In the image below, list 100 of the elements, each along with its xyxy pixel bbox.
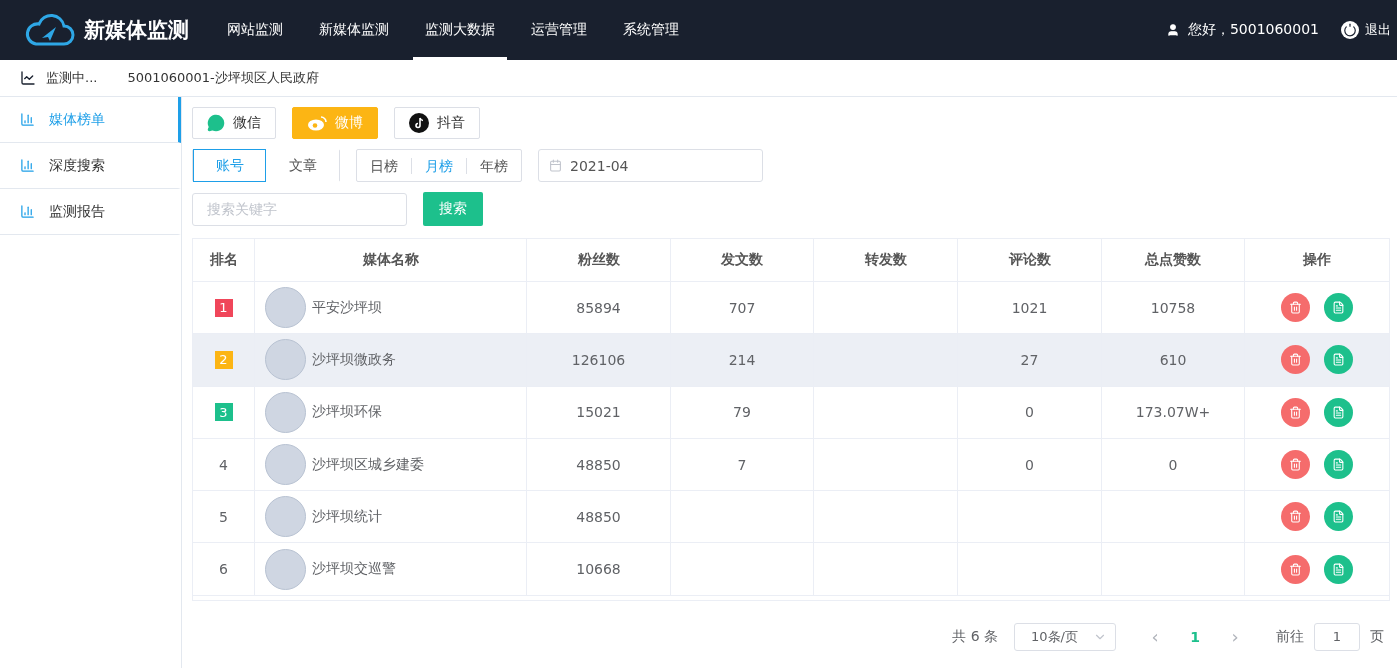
- user-icon: [1165, 23, 1180, 37]
- column-header: 评论数: [958, 239, 1102, 281]
- document-icon: [1332, 562, 1345, 576]
- table-cell: 0: [1168, 456, 1178, 473]
- table-cell: 10758: [1150, 299, 1196, 316]
- table-cell: 7: [737, 456, 747, 473]
- table-cell: 1021: [1011, 299, 1048, 316]
- period-tab[interactable]: 日榜: [357, 157, 411, 174]
- month-field[interactable]: 2021-04: [538, 149, 763, 182]
- platform-tab[interactable]: 微信: [192, 107, 276, 139]
- nav-tab[interactable]: 运营管理: [519, 0, 599, 60]
- platform-tab[interactable]: 抖音: [394, 107, 480, 139]
- sidebar-item[interactable]: 深度搜索: [0, 143, 181, 189]
- column-header: 发文数: [671, 239, 814, 281]
- mode-tab[interactable]: 文章: [266, 149, 339, 182]
- table-cell: 79: [733, 404, 751, 421]
- eye-logo-icon: [307, 115, 327, 131]
- document-icon: [1332, 458, 1345, 472]
- music-note-logo-icon: [409, 113, 429, 133]
- trash-icon: [1289, 301, 1302, 315]
- document-icon: [1332, 353, 1345, 367]
- avatar-circle: [265, 391, 306, 433]
- media-name: 平安沙坪坝: [312, 298, 382, 317]
- cloud-logo-icon: [24, 13, 76, 47]
- table-row[interactable]: 1 平安沙坪坝 85894 707 1021 10758: [193, 282, 1389, 335]
- table-cell: 610: [1159, 351, 1187, 368]
- document-button[interactable]: [1324, 554, 1353, 584]
- avatar-circle: [265, 444, 306, 486]
- delete-button[interactable]: [1281, 397, 1310, 427]
- goto-page-field[interactable]: 1: [1314, 622, 1360, 651]
- media-name: 沙坪坝交巡警: [312, 560, 396, 579]
- column-header: 操作: [1302, 250, 1332, 269]
- nav-tab[interactable]: 系统管理: [611, 0, 691, 60]
- table-cell: 173.07W+: [1135, 404, 1211, 421]
- delete-button[interactable]: [1281, 450, 1310, 480]
- delete-button[interactable]: [1281, 293, 1310, 323]
- total-count: 共 6 条: [952, 627, 998, 646]
- rank-badge: 1: [214, 298, 233, 317]
- column-header: 粉丝数: [527, 239, 671, 281]
- chat-bubble-icon: [207, 114, 225, 132]
- rank-number: 6: [219, 561, 228, 578]
- greeting-text: 您好，5001060001: [1187, 21, 1319, 39]
- search-field[interactable]: 搜索关键字: [192, 192, 407, 226]
- trash-icon: [1289, 458, 1302, 472]
- document-button[interactable]: [1324, 345, 1353, 375]
- media-name: 沙坪坝环保: [312, 403, 382, 422]
- table-row[interactable]: 4 沙坪坝区城乡建委 48850 7 0 0: [193, 438, 1389, 492]
- trash-icon: [1289, 405, 1302, 419]
- sidebar-item[interactable]: 监测报告: [0, 189, 181, 235]
- table-row[interactable]: 5 沙坪坝统计 48850: [193, 491, 1389, 544]
- goto-label: 前往: [1276, 627, 1304, 646]
- breadcrumb-title: 监测中...: [46, 69, 98, 87]
- document-icon: [1332, 301, 1345, 315]
- bar-chart-icon: [20, 112, 35, 127]
- table-cell: 15021: [576, 404, 621, 421]
- table-cell: 48850: [576, 456, 621, 473]
- table-cell: 0: [1025, 456, 1034, 473]
- table-cell: 0: [1025, 404, 1034, 421]
- rank-badge: 3: [214, 403, 233, 422]
- rank-number: 5: [219, 508, 228, 525]
- organization-name: 5001060001-沙坪坝区人民政府: [127, 69, 319, 87]
- page-suffix: 页: [1370, 627, 1384, 646]
- document-icon: [1332, 405, 1345, 419]
- media-name: 沙坪坝统计: [312, 507, 382, 526]
- document-button[interactable]: [1324, 397, 1353, 427]
- period-tab[interactable]: 年榜: [466, 157, 521, 174]
- table-cell: 707: [728, 299, 756, 316]
- logout-link[interactable]: 退出: [1341, 21, 1391, 39]
- table-cell: 48850: [576, 508, 621, 525]
- column-header: 排名: [193, 239, 255, 281]
- table-row[interactable]: 2 沙坪坝微政务 126106 214 27 610: [193, 334, 1389, 387]
- avatar-circle: [265, 287, 306, 329]
- document-icon: [1332, 510, 1345, 524]
- table-cell: 214: [728, 351, 756, 368]
- nav-tab[interactable]: 新媒体监测: [307, 0, 401, 60]
- media-name: 沙坪坝微政务: [312, 350, 396, 369]
- chart-icon: [20, 70, 36, 86]
- rank-badge: 2: [214, 350, 233, 369]
- table-row[interactable]: 6 沙坪坝交巡警 10668: [193, 543, 1389, 596]
- avatar-circle: [265, 339, 306, 381]
- delete-button[interactable]: [1281, 345, 1310, 375]
- nav-tab[interactable]: 网站监测: [215, 0, 295, 60]
- avatar-circle: [265, 496, 306, 538]
- power-icon: [1341, 21, 1359, 39]
- trash-icon: [1289, 353, 1302, 367]
- document-button[interactable]: [1324, 502, 1353, 532]
- table-row[interactable]: 3 沙坪坝环保 15021 79 0 173.07W+: [193, 386, 1389, 439]
- document-button[interactable]: [1324, 293, 1353, 323]
- delete-button[interactable]: [1281, 502, 1310, 532]
- table-cell: 85894: [576, 299, 621, 316]
- media-name: 沙坪坝区城乡建委: [312, 455, 424, 474]
- rank-number: 4: [219, 456, 228, 473]
- column-header: 媒体名称: [255, 239, 527, 281]
- page-size-select[interactable]: 10条/页: [1014, 622, 1116, 651]
- delete-button[interactable]: [1281, 554, 1310, 584]
- trash-icon: [1289, 510, 1302, 524]
- document-button[interactable]: [1324, 450, 1353, 480]
- calendar-icon: [549, 159, 562, 172]
- trash-icon: [1289, 562, 1302, 576]
- nav-tab[interactable]: 监测大数据: [413, 0, 507, 60]
